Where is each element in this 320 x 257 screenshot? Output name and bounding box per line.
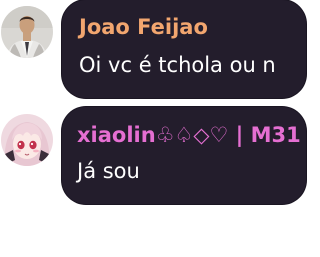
avatar-image — [1, 114, 53, 166]
chat-message: xiaolin♧♤◇♡ | M31 Já sou — [0, 107, 320, 207]
message-text: Oi vc é tchola ou n — [79, 53, 276, 77]
message-username[interactable]: Joao Feijao — [79, 15, 208, 39]
chat-message: Joao Feijao Oi vc é tchola ou n — [0, 0, 320, 100]
message-text: Já sou — [77, 159, 140, 183]
anime-girl-avatar[interactable] — [1, 114, 53, 166]
message-bubble: xiaolin♧♤◇♡ | M31 Já sou — [62, 107, 306, 204]
avatar-image — [1, 6, 53, 58]
user-photo-avatar[interactable] — [1, 6, 53, 58]
chat-overlay: Joao Feijao Oi vc é tchola ou n xiaolin♧… — [0, 0, 320, 257]
message-username[interactable]: xiaolin♧♤◇♡ | M31 — [77, 123, 301, 147]
message-bubble: Joao Feijao Oi vc é tchola ou n — [62, 0, 306, 98]
